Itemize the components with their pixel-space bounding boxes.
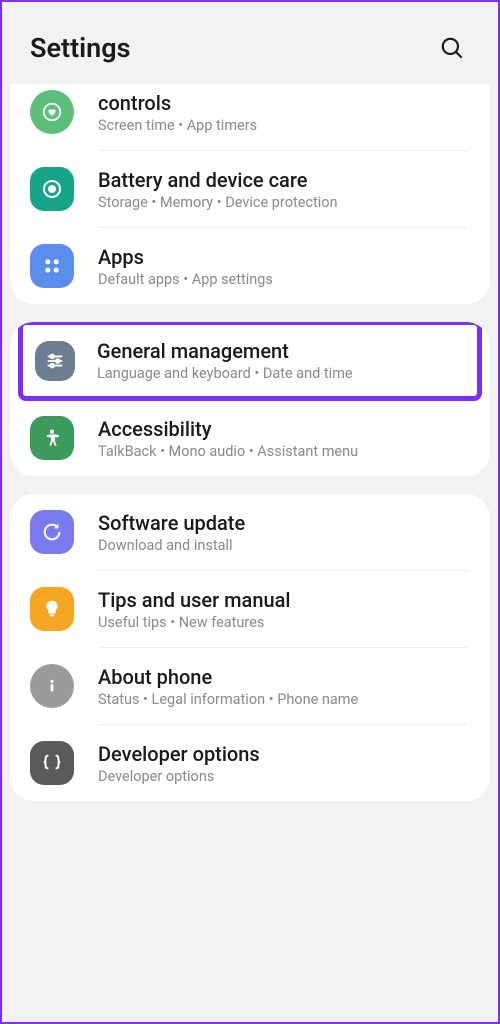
refresh-icon <box>30 510 74 554</box>
settings-group: controls Screen time • App timers Batter… <box>10 84 490 304</box>
settings-group: General management Language and keyboard… <box>10 322 490 476</box>
settings-item-software-update[interactable]: Software update Download and install <box>10 494 490 570</box>
settings-item-general-management[interactable]: General management Language and keyboard… <box>18 322 482 401</box>
info-icon <box>30 664 74 708</box>
item-subtitle: Screen time • App timers <box>98 117 468 134</box>
settings-item-about-phone[interactable]: About phone Status • Legal information •… <box>10 648 490 724</box>
settings-item-controls[interactable]: controls Screen time • App timers <box>10 84 490 150</box>
item-text: About phone Status • Legal information •… <box>98 665 468 708</box>
item-subtitle: Developer options <box>98 768 468 785</box>
item-subtitle: Download and install <box>98 537 468 554</box>
item-title: General management <box>97 339 465 363</box>
item-title: controls <box>98 91 468 115</box>
item-title: About phone <box>98 665 468 689</box>
braces-icon <box>30 741 74 785</box>
item-subtitle: Language and keyboard • Date and time <box>97 365 465 382</box>
page-title: Settings <box>30 32 131 64</box>
item-title: Apps <box>98 245 468 269</box>
item-title: Developer options <box>98 742 468 766</box>
item-text: General management Language and keyboard… <box>97 339 465 382</box>
person-icon <box>30 416 74 460</box>
care-circle-icon <box>30 167 74 211</box>
item-text: Accessibility TalkBack • Mono audio • As… <box>98 417 468 460</box>
grid-dots-icon <box>30 244 74 288</box>
item-text: Apps Default apps • App settings <box>98 245 468 288</box>
sliders-icon <box>35 341 75 381</box>
item-subtitle: Status • Legal information • Phone name <box>98 691 468 708</box>
item-title: Accessibility <box>98 417 468 441</box>
settings-item-accessibility[interactable]: Accessibility TalkBack • Mono audio • As… <box>10 400 490 476</box>
item-title: Software update <box>98 511 468 535</box>
item-subtitle: Default apps • App settings <box>98 271 468 288</box>
item-title: Tips and user manual <box>98 588 468 612</box>
search-icon <box>439 35 465 61</box>
item-subtitle: Useful tips • New features <box>98 614 468 631</box>
settings-item-battery[interactable]: Battery and device care Storage • Memory… <box>10 151 490 227</box>
item-text: Software update Download and install <box>98 511 468 554</box>
settings-item-tips[interactable]: Tips and user manual Useful tips • New f… <box>10 571 490 647</box>
item-text: Developer options Developer options <box>98 742 468 785</box>
bulb-icon <box>30 587 74 631</box>
item-text: Tips and user manual Useful tips • New f… <box>98 588 468 631</box>
item-subtitle: Storage • Memory • Device protection <box>98 194 468 211</box>
settings-item-developer-options[interactable]: Developer options Developer options <box>10 725 490 801</box>
item-subtitle: TalkBack • Mono audio • Assistant menu <box>98 443 468 460</box>
search-button[interactable] <box>434 30 470 66</box>
settings-item-apps[interactable]: Apps Default apps • App settings <box>10 228 490 304</box>
heart-circle-icon <box>30 90 74 134</box>
item-title: Battery and device care <box>98 168 468 192</box>
settings-group: Software update Download and install Tip… <box>10 494 490 801</box>
header: Settings <box>2 2 498 84</box>
item-text: controls Screen time • App timers <box>98 91 468 134</box>
item-text: Battery and device care Storage • Memory… <box>98 168 468 211</box>
